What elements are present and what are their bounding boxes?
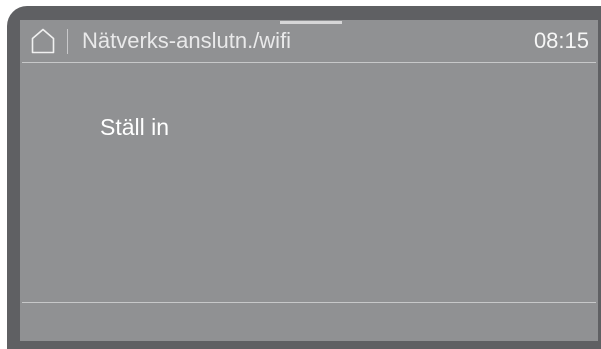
page-title: Nätverks-anslutn./wifi <box>82 28 292 53</box>
menu-item-stall-in[interactable]: Ställ in <box>100 113 169 141</box>
header-divider <box>67 29 68 54</box>
clock-time: 08:15 <box>533 28 589 53</box>
home-icon[interactable] <box>31 28 55 54</box>
footer-bar <box>20 303 598 341</box>
header-bar: Nätverks-anslutn./wifi 08:15 <box>20 20 598 62</box>
display-screen <box>20 20 598 341</box>
header-separator <box>22 62 596 63</box>
